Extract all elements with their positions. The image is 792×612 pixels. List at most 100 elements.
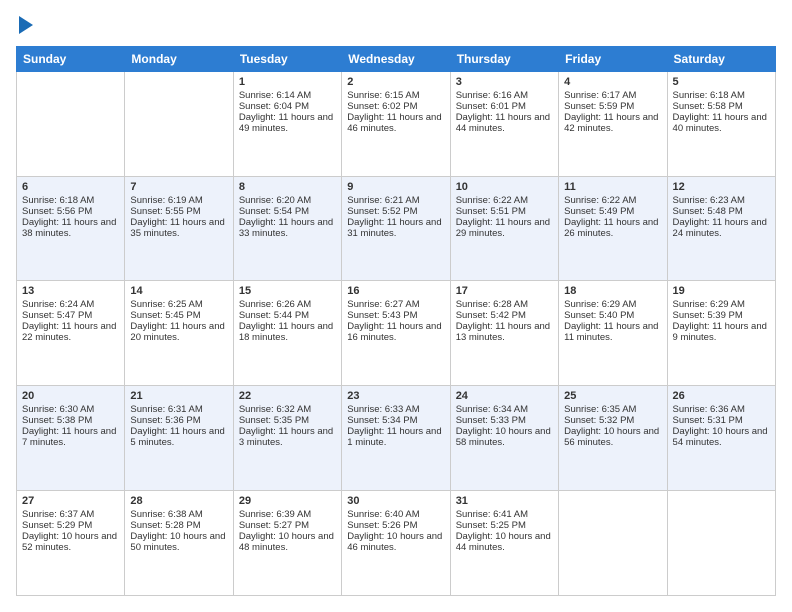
calendar-cell: 16Sunrise: 6:27 AMSunset: 5:43 PMDayligh… [342,281,450,386]
sunrise-text: Sunrise: 6:29 AM [673,299,745,310]
sunset-text: Sunset: 5:52 PM [347,206,417,217]
sunset-text: Sunset: 6:02 PM [347,101,417,112]
calendar-cell: 4Sunrise: 6:17 AMSunset: 5:59 PMDaylight… [559,71,667,176]
day-number: 27 [22,495,119,507]
day-number: 1 [239,76,336,88]
day-number: 13 [22,285,119,297]
day-number: 7 [130,181,227,193]
day-number: 5 [673,76,770,88]
calendar-cell: 25Sunrise: 6:35 AMSunset: 5:32 PMDayligh… [559,386,667,491]
daylight-text: Daylight: 11 hours and 13 minutes. [456,321,550,343]
daylight-text: Daylight: 11 hours and 49 minutes. [239,112,333,134]
sunset-text: Sunset: 5:51 PM [456,206,526,217]
calendar-cell: 2Sunrise: 6:15 AMSunset: 6:02 PMDaylight… [342,71,450,176]
sunrise-text: Sunrise: 6:33 AM [347,404,419,415]
daylight-text: Daylight: 11 hours and 18 minutes. [239,321,333,343]
daylight-text: Daylight: 11 hours and 20 minutes. [130,321,224,343]
calendar-cell: 15 Sunrise: 6:26 AMSunset: 5:44 PMDayligh… [233,281,341,386]
daylight-text: Daylight: 10 hours and 44 minutes. [456,531,551,553]
sunset-text: Sunset: 5:36 PM [130,415,200,426]
daylight-text: Daylight: 11 hours and 5 minutes. [130,426,224,448]
day-number: 3 [456,76,553,88]
calendar: SundayMondayTuesdayWednesdayThursdayFrid… [16,46,776,596]
sunset-text: Sunset: 5:33 PM [456,415,526,426]
sunset-text: Sunset: 5:42 PM [456,310,526,321]
daylight-text: Daylight: 11 hours and 42 minutes. [564,112,658,134]
daylight-text: Daylight: 10 hours and 46 minutes. [347,531,442,553]
day-number: 31 [456,495,553,507]
sunset-text: Sunset: 5:54 PM [239,206,309,217]
logo [16,16,33,36]
day-number: 15 [239,285,336,297]
day-of-week-header: Friday [559,46,667,71]
daylight-text: Daylight: 10 hours and 50 minutes. [130,531,225,553]
day-number: 14 [130,285,227,297]
sunrise-text: Sunrise: 6:41 AM [456,509,528,520]
calendar-cell: 9Sunrise: 6:21 AMSunset: 5:52 PMDaylight… [342,176,450,281]
calendar-cell: 30Sunrise: 6:40 AMSunset: 5:26 PMDayligh… [342,491,450,596]
sunset-text: Sunset: 5:43 PM [347,310,417,321]
calendar-week-row: 13Sunrise: 6:24 AMSunset: 5:47 PMDayligh… [17,281,776,386]
sunrise-text: Sunrise: 6:31 AM [130,404,202,415]
sunrise-text: Sunrise: 6:18 AM [22,195,94,206]
sunset-text: Sunset: 5:58 PM [673,101,743,112]
calendar-cell: 8Sunrise: 6:20 AMSunset: 5:54 PMDaylight… [233,176,341,281]
sunrise-text: Sunrise: 6:28 AM [456,299,528,310]
calendar-week-row: 27Sunrise: 6:37 AMSunset: 5:29 PMDayligh… [17,491,776,596]
day-number: 17 [456,285,553,297]
sunset-text: Sunset: 5:49 PM [564,206,634,217]
day-number: 11 [564,181,661,193]
day-number: 6 [22,181,119,193]
sunrise-text: Sunrise: 6:29 AM [564,299,636,310]
daylight-text: Daylight: 11 hours and 38 minutes. [22,217,116,239]
day-of-week-header: Thursday [450,46,558,71]
calendar-cell: 28Sunrise: 6:38 AMSunset: 5:28 PMDayligh… [125,491,233,596]
day-number: 2 [347,76,444,88]
calendar-cell: 29Sunrise: 6:39 AMSunset: 5:27 PMDayligh… [233,491,341,596]
day-number: 28 [130,495,227,507]
sunrise-text: Sunrise: 6:37 AM [22,509,94,520]
sunset-text: Sunset: 6:04 PM [239,101,309,112]
day-of-week-header: Saturday [667,46,775,71]
daylight-text: Daylight: 11 hours and 22 minutes. [22,321,116,343]
sunrise-text: Sunrise: 6:35 AM [564,404,636,415]
daylight-text: Daylight: 10 hours and 54 minutes. [673,426,768,448]
sunset-text: Sunset: 5:47 PM [22,310,92,321]
sunset-text: Sunset: 5:56 PM [22,206,92,217]
sunrise-text: Sunrise: 6:18 AM [673,90,745,101]
day-of-week-header: Sunday [17,46,125,71]
day-number: 16 [347,285,444,297]
daylight-text: Daylight: 11 hours and 29 minutes. [456,217,550,239]
day-number: 10 [456,181,553,193]
calendar-cell: 11Sunrise: 6:22 AMSunset: 5:49 PMDayligh… [559,176,667,281]
calendar-cell: 23Sunrise: 6:33 AMSunset: 5:34 PMDayligh… [342,386,450,491]
day-number: 20 [22,390,119,402]
daylight-text: Daylight: 11 hours and 31 minutes. [347,217,441,239]
calendar-cell: 20Sunrise: 6:30 AMSunset: 5:38 PMDayligh… [17,386,125,491]
daylight-text: Daylight: 10 hours and 58 minutes. [456,426,551,448]
calendar-cell: 17 Sunrise: 6:28 AMSunset: 5:42 PMDayligh… [450,281,558,386]
day-number: 26 [673,390,770,402]
sunset-text: Sunset: 5:35 PM [239,415,309,426]
sunrise-text: Sunrise: 6:39 AM [239,509,311,520]
calendar-week-row: 1Sunrise: 6:14 AMSunset: 6:04 PMDaylight… [17,71,776,176]
sunset-text: Sunset: 5:40 PM [564,310,634,321]
sunset-text: Sunset: 5:27 PM [239,520,309,531]
daylight-text: Daylight: 11 hours and 44 minutes. [456,112,550,134]
daylight-text: Daylight: 11 hours and 26 minutes. [564,217,658,239]
sunset-text: Sunset: 5:44 PM [239,310,309,321]
day-number: 4 [564,76,661,88]
sunrise-text: Sunrise: 6:36 AM [673,404,745,415]
daylight-text: Daylight: 11 hours and 33 minutes. [239,217,333,239]
calendar-cell: 14Sunrise: 6:25 AMSunset: 5:45 PMDayligh… [125,281,233,386]
calendar-cell [667,491,775,596]
calendar-cell [559,491,667,596]
sunrise-text: Sunrise: 6:26 AM [239,299,311,310]
day-number: 18 [564,285,661,297]
calendar-cell: 31Sunrise: 6:41 AMSunset: 5:25 PMDayligh… [450,491,558,596]
calendar-cell: 18Sunrise: 6:29 AMSunset: 5:40 PMDayligh… [559,281,667,386]
sunset-text: Sunset: 5:48 PM [673,206,743,217]
daylight-text: Daylight: 10 hours and 56 minutes. [564,426,659,448]
sunset-text: Sunset: 5:38 PM [22,415,92,426]
calendar-week-row: 20Sunrise: 6:30 AMSunset: 5:38 PMDayligh… [17,386,776,491]
